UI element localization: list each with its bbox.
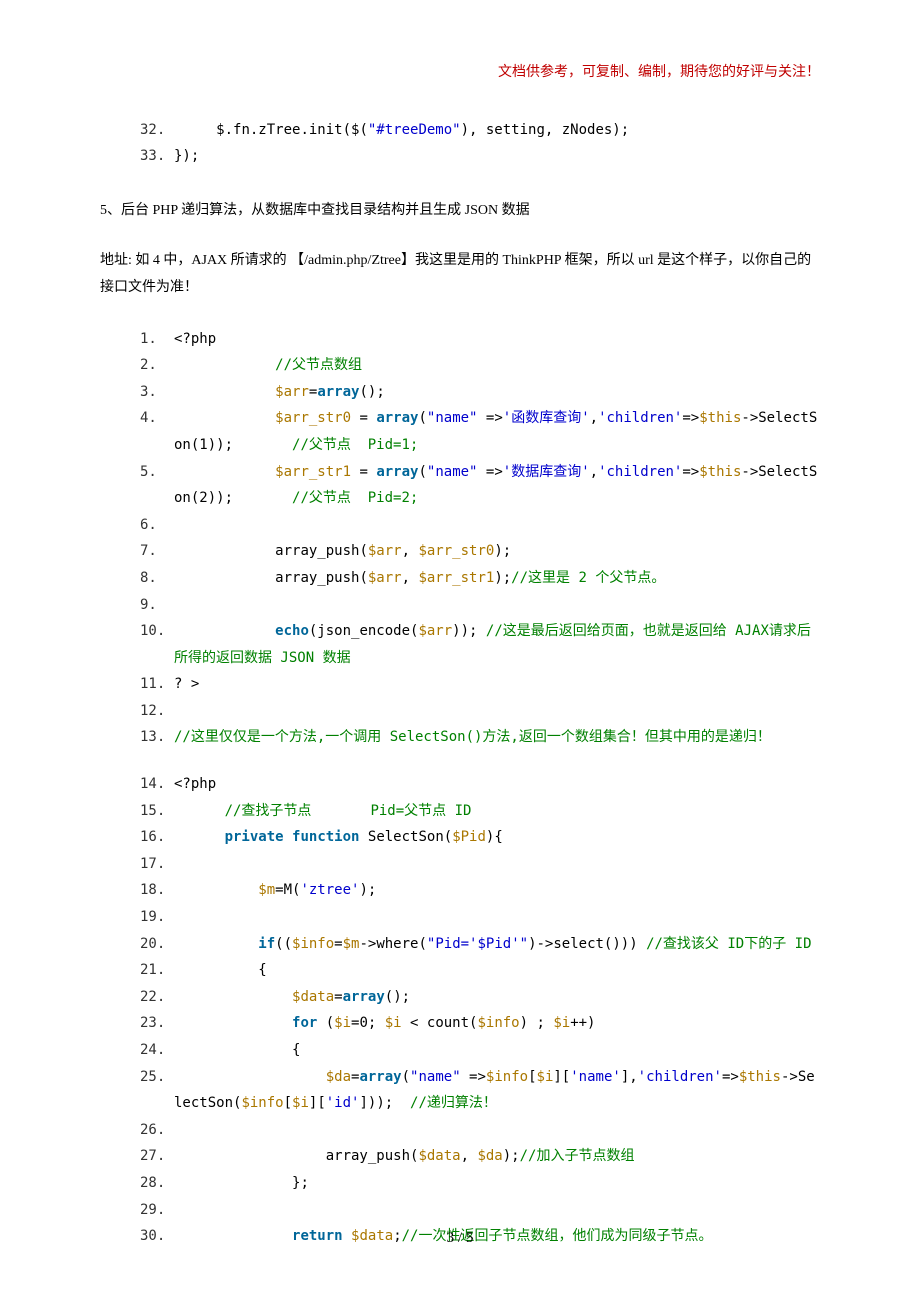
lineno: 16. [140,824,174,851]
code-line: $arr_str0 = array("name" =>'函数库查询','chil… [174,405,820,458]
lineno: 5. [140,459,174,512]
lineno: 1. [140,326,174,353]
lineno: 15. [140,798,174,825]
lineno: 22. [140,984,174,1011]
lineno: 12. [140,698,174,725]
lineno: 29. [140,1197,174,1224]
code-line: }; [174,1170,820,1197]
code-line: $arr_str1 = array("name" =>'数据库查询','chil… [174,459,820,512]
lineno: 25. [140,1064,174,1117]
lineno: 10. [140,618,174,671]
code-line: $data=array(); [174,984,820,1011]
code-line: //查找子节点 Pid=父节点 ID [174,798,820,825]
paragraph: 地址: 如 4 中，AJAX 所请求的 【/admin.php/Ztree】我这… [100,248,820,301]
header-note: 文档供参考，可复制、编制，期待您的好评与关注！ [100,60,820,87]
code-line [174,1197,820,1224]
code-line: $da=array("name" =>$info[$i]['name'],'ch… [174,1064,820,1117]
lineno: 7. [140,538,174,565]
lineno: 32. [140,117,174,144]
lineno: 23. [140,1010,174,1037]
lineno: 8. [140,565,174,592]
code-line: if(($info=$m->where("Pid='$Pid'")->selec… [174,931,820,958]
lineno: 3. [140,379,174,406]
code-line: $arr=array(); [174,379,820,406]
page-footer: 3 / 5 [0,1224,920,1253]
code-line: { [174,1037,820,1064]
code-block-1: 32. $.fn.zTree.init($("#treeDemo"), sett… [100,117,820,170]
code-line [174,1117,820,1144]
lineno: 17. [140,851,174,878]
code-line: <?php [174,326,820,353]
code-line: <?php [174,771,820,798]
lineno: 13. [140,724,174,751]
lineno: 24. [140,1037,174,1064]
code-line [174,851,820,878]
code-line [174,512,820,539]
lineno: 6. [140,512,174,539]
lineno: 33. [140,143,174,170]
code-line: //父节点数组 [174,352,820,379]
lineno: 2. [140,352,174,379]
code-line: array_push($arr, $arr_str0); [174,538,820,565]
lineno: 4. [140,405,174,458]
code-line: $m=M('ztree'); [174,877,820,904]
code-line: { [174,957,820,984]
code-line [174,904,820,931]
code-line: array_push($arr, $arr_str1);//这里是 2 个父节点… [174,565,820,592]
lineno: 18. [140,877,174,904]
code-line: for ($i=0; $i < count($info) ; $i++) [174,1010,820,1037]
lineno: 28. [140,1170,174,1197]
lineno: 21. [140,957,174,984]
lineno: 27. [140,1143,174,1170]
code-line: array_push($data, $da);//加入子节点数组 [174,1143,820,1170]
code-line [174,592,820,619]
section-title: 5、后台 PHP 递归算法，从数据库中查找目录结构并且生成 JSON 数据 [100,198,820,225]
code-line: //这里仅仅是一个方法,一个调用 SelectSon()方法,返回一个数组集合！… [174,724,820,751]
lineno: 20. [140,931,174,958]
lineno: 14. [140,771,174,798]
lineno: 19. [140,904,174,931]
code-line: ? > [174,671,820,698]
code-line [174,698,820,725]
code-block-2: 1.<?php 2. //父节点数组 3. $arr=array(); 4. $… [100,326,820,1250]
lineno: 11. [140,671,174,698]
code-line: echo(json_encode($arr)); //这是最后返回给页面，也就是… [174,618,820,671]
lineno: 9. [140,592,174,619]
code-line: $.fn.zTree.init($("#treeDemo"), setting,… [174,117,820,144]
lineno: 26. [140,1117,174,1144]
code-line: }); [174,143,820,170]
code-line: private function SelectSon($Pid){ [174,824,820,851]
